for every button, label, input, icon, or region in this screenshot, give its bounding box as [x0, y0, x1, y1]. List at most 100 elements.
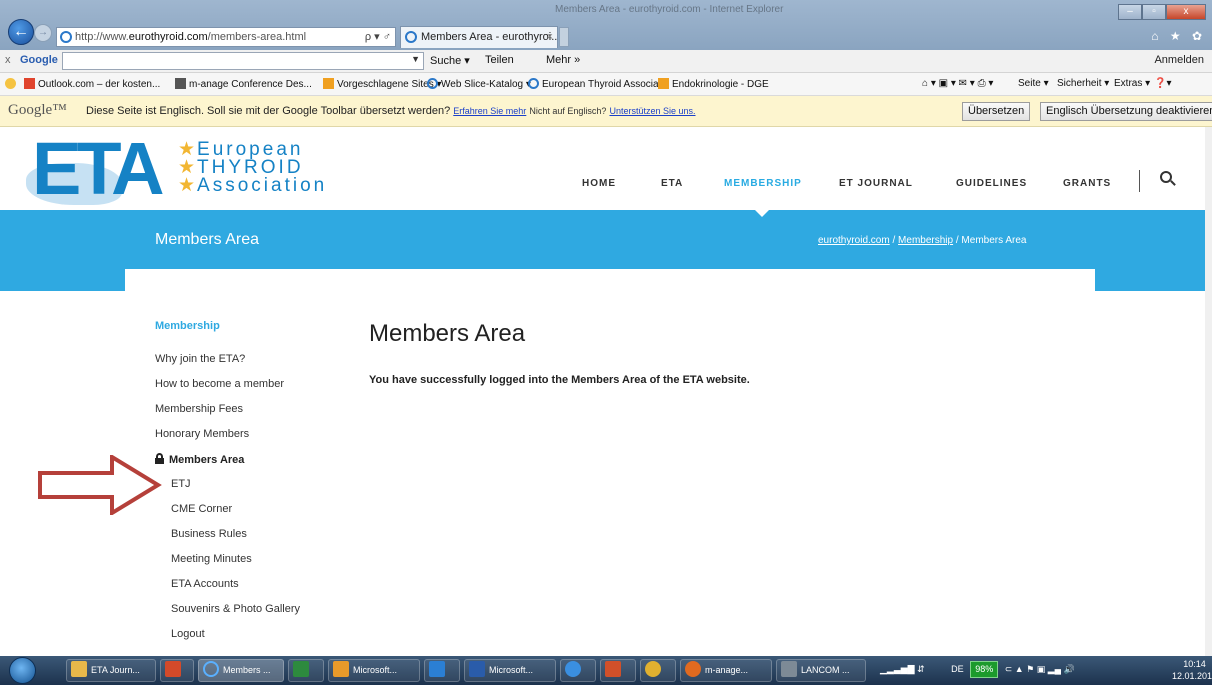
address-controls[interactable]: ρ ▾ ♂	[365, 28, 391, 46]
powerpoint-icon	[605, 661, 621, 677]
nav-et-journal[interactable]: ET JOURNAL	[839, 178, 913, 189]
excel-icon	[293, 661, 309, 677]
windows-taskbar: ETA Journ... Members ... Microsoft... Mi…	[0, 656, 1212, 685]
language-indicator[interactable]: DE	[951, 664, 964, 674]
url-prefix: http://www.	[75, 31, 129, 43]
maximize-button[interactable]: ▫	[1142, 4, 1166, 20]
ie-icon	[60, 31, 72, 43]
taskbar-item-ie[interactable]: Members ...	[198, 659, 284, 682]
more-button[interactable]: Mehr »	[546, 54, 580, 66]
sidebar-subitem-gallery[interactable]: Souvenirs & Photo Gallery	[171, 603, 300, 615]
sidebar-subitem-cme[interactable]: CME Corner	[171, 503, 232, 515]
dge-icon	[658, 78, 669, 89]
favorite-link[interactable]: Web Slice-Katalog ▾	[427, 78, 531, 90]
sidebar-subitem-accounts[interactable]: ETA Accounts	[171, 578, 239, 590]
favorite-link[interactable]: m-anage Conference Des...	[175, 78, 312, 90]
annotation-arrow-icon	[38, 455, 162, 515]
help-icon[interactable]: ❓▾	[1154, 78, 1171, 89]
help-us-link[interactable]: Unterstützen Sie uns.	[609, 106, 695, 116]
page-scrollbar[interactable]	[1205, 127, 1212, 656]
nav-guidelines[interactable]: GUIDELINES	[956, 178, 1027, 189]
taskbar-item-outlook[interactable]: Microsoft...	[328, 659, 420, 682]
taskbar-item-lancom[interactable]: LANCOM ...	[776, 659, 866, 682]
close-window-button[interactable]: x	[1166, 4, 1206, 20]
favorite-link[interactable]: Endokrinologie - DGE	[658, 78, 769, 90]
search-icon[interactable]	[1160, 171, 1176, 189]
home-favorites-settings-icons[interactable]: ⌂ ★ ✿	[1151, 29, 1206, 43]
minimize-button[interactable]: –	[1118, 4, 1142, 20]
taskbar-item-teamviewer[interactable]	[560, 659, 596, 682]
security-menu[interactable]: Sicherheit ▾	[1057, 78, 1109, 89]
google-search-input[interactable]: ▼	[62, 52, 424, 70]
browser-tab[interactable]: Members Area - eurothyroi... ×	[400, 26, 558, 48]
taskbar-item-excel[interactable]	[288, 659, 324, 682]
url-host: eurothyroid.com	[128, 31, 208, 43]
favorites-star-icon[interactable]	[5, 78, 19, 90]
sidebar-subitem-business-rules[interactable]: Business Rules	[171, 528, 247, 540]
signal-icon[interactable]: ▁▂▃▅▇ ⇵	[880, 664, 925, 674]
battery-indicator[interactable]: 98%	[970, 661, 999, 678]
sidebar-subitem-etj[interactable]: ETJ	[171, 478, 191, 490]
close-toolbar-icon[interactable]: x	[5, 54, 11, 66]
google-logo: Google™	[8, 102, 67, 118]
login-success-message: You have successfully logged into the Me…	[369, 374, 750, 386]
nav-grants[interactable]: GRANTS	[1063, 178, 1111, 189]
arrow-left-icon: ←	[13, 23, 29, 40]
nav-home[interactable]: HOME	[582, 178, 616, 189]
taskbar-item-chrome[interactable]	[640, 659, 676, 682]
back-button[interactable]: ←	[8, 19, 34, 45]
taskbar-clock[interactable]: 10:14 12.01.2016	[1172, 658, 1212, 682]
translate-button[interactable]: Übersetzen	[962, 102, 1031, 121]
sidebar-item-become-member[interactable]: How to become a member	[155, 378, 284, 390]
breadcrumb-membership[interactable]: Membership	[898, 235, 953, 246]
taskbar-item-word[interactable]: Microsoft...	[464, 659, 556, 682]
eta-logo[interactable]: ETA European THYROID Association	[26, 127, 336, 210]
favorite-link[interactable]: Outlook.com – der kosten...	[24, 78, 160, 90]
share-button[interactable]: Teilen	[485, 54, 514, 66]
new-tab-button[interactable]	[559, 27, 569, 47]
translate-bar: Google™ Diese Seite ist Englisch. Soll s…	[0, 96, 1212, 127]
sidebar-item-fees[interactable]: Membership Fees	[155, 403, 243, 415]
nav-active-caret	[754, 209, 770, 217]
logo-letters: ETA	[32, 127, 164, 210]
disable-translation-button[interactable]: Englisch Übersetzung deaktivieren	[1040, 102, 1212, 121]
breadcrumb-home[interactable]: eurothyroid.com	[818, 235, 890, 246]
clock-time: 10:14	[1183, 659, 1206, 669]
translate-message: Diese Seite ist Englisch. Soll sie mit d…	[86, 105, 696, 117]
taskbar-item-powerpoint[interactable]	[600, 659, 636, 682]
sidebar-subitem-logout[interactable]: Logout	[171, 628, 205, 640]
taskbar-item-app[interactable]	[424, 659, 460, 682]
tray-icons[interactable]: ⊂ ▲ ⚑ ▣ ▂▄ 🔊	[1005, 664, 1075, 674]
forward-button[interactable]: →	[34, 24, 52, 42]
nav-membership[interactable]: MEMBERSHIP	[724, 178, 802, 189]
sidebar-item-honorary[interactable]: Honorary Members	[155, 428, 249, 440]
favorites-bar: Outlook.com – der kosten... m-anage Conf…	[0, 73, 1212, 96]
tools-menu[interactable]: Extras ▾	[1114, 78, 1150, 89]
start-button[interactable]	[9, 657, 36, 684]
sidebar-heading[interactable]: Membership	[155, 320, 220, 332]
sidebar-item-why-join[interactable]: Why join the ETA?	[155, 353, 245, 365]
tab-close-icon[interactable]: ×	[547, 27, 553, 47]
sidebar-item-members-area[interactable]: Members Area	[155, 453, 244, 466]
page-menu[interactable]: Seite ▾	[1018, 78, 1049, 89]
taskbar-item-firefox[interactable]: m-anage...	[680, 659, 772, 682]
address-bar[interactable]: http://www.eurothyroid.com/members-area.…	[56, 27, 396, 47]
breadcrumb-current: Members Area	[961, 235, 1027, 246]
favorite-link[interactable]: European Thyroid Associa...	[528, 78, 667, 90]
taskbar-item-metro[interactable]	[160, 659, 194, 682]
chrome-icon	[645, 661, 661, 677]
nav-eta[interactable]: ETA	[661, 178, 683, 189]
google-search-button[interactable]: Suche ▾	[430, 54, 470, 67]
favorite-link[interactable]: Vorgeschlagene Sites ▾	[323, 78, 442, 90]
ie-icon	[405, 31, 417, 43]
chevron-down-icon[interactable]: ▼	[411, 54, 420, 64]
home-icon[interactable]: ⌂ ▾ ▣ ▾ ✉ ▾ ⎙ ▾	[922, 78, 993, 89]
sign-in-button[interactable]: Anmelden	[1154, 54, 1204, 66]
sidebar-subitem-meeting-minutes[interactable]: Meeting Minutes	[171, 553, 252, 565]
manage-icon	[175, 78, 186, 89]
outlook-icon	[24, 78, 35, 89]
learn-more-link[interactable]: Erfahren Sie mehr	[453, 106, 526, 116]
taskbar-item-explorer[interactable]: ETA Journ...	[66, 659, 156, 682]
app-icon	[429, 661, 445, 677]
url-path: /members-area.html	[207, 31, 307, 43]
